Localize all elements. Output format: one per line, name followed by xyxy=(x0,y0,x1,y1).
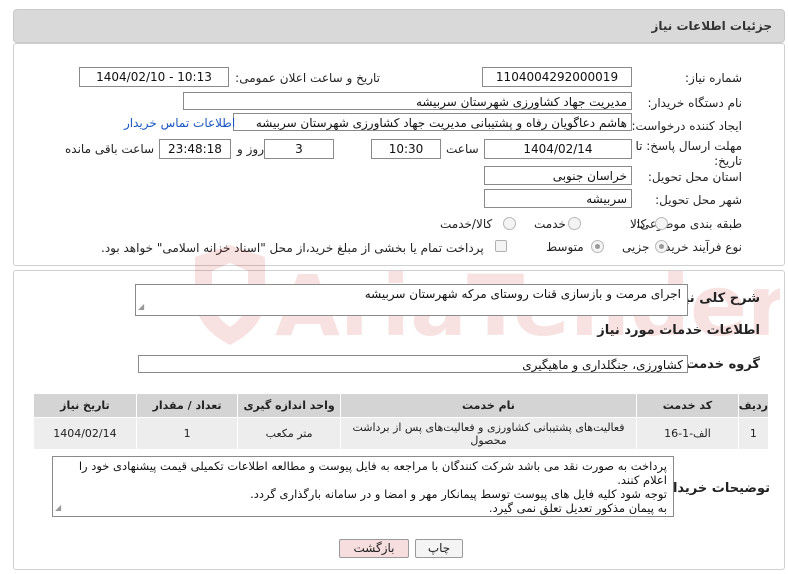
province-field: خراسان جنوبی xyxy=(484,166,632,185)
days-field: 3 xyxy=(264,139,334,159)
col-header-quantity: تعداد / مقدار xyxy=(135,393,239,418)
table-row: 1 الف-1-16 فعالیت‌های پشتیبانی کشاورزی و… xyxy=(33,417,770,450)
service-group-label: گروه خدمت: xyxy=(680,357,760,372)
col-header-service-code: کد خدمت xyxy=(636,393,739,418)
category-option-goods-service: کالا/خدمت xyxy=(440,217,493,231)
resize-grip-icon[interactable]: ◢ xyxy=(55,501,61,515)
days-label: روز و xyxy=(237,142,264,156)
category-radio-goods[interactable] xyxy=(655,217,668,230)
col-header-service-name: نام خدمت xyxy=(339,393,638,418)
services-table: ردیف کد خدمت نام خدمت واحد اندازه گیری ت… xyxy=(33,393,770,450)
buyer-note-line: به پیمان مذکور تعدیل تعلق نمی گیرد. xyxy=(488,501,667,515)
cell-row-number: 1 xyxy=(737,417,770,450)
cell-need-date: 1404/02/14 xyxy=(33,417,137,450)
category-radio-goods-service[interactable] xyxy=(503,217,516,230)
buyer-org-field: مدیریت جهاد کشاورزی شهرستان سربیشه xyxy=(183,92,632,110)
buyer-note-line: توجه شود کلیه فایل های پیوست توسط پیمانک… xyxy=(250,487,667,501)
cell-service-name: فعالیت‌های پشتیبانی کشاورزی و فعالیت‌های… xyxy=(339,417,638,450)
need-number-label: شماره نیاز: xyxy=(685,71,742,85)
print-button[interactable]: چاپ xyxy=(415,539,463,558)
cell-quantity: 1 xyxy=(135,417,239,450)
category-option-service: خدمت xyxy=(534,217,566,231)
category-option-goods: کالا xyxy=(630,217,647,231)
resize-grip-icon[interactable]: ◢ xyxy=(138,299,144,314)
city-label: شهر محل تحویل: xyxy=(655,193,742,207)
col-header-unit: واحد اندازه گیری xyxy=(237,393,341,418)
need-number-field: 1104004292000019 xyxy=(482,67,632,87)
city-field: سربیشه xyxy=(484,189,632,208)
col-header-row-number: ردیف xyxy=(737,393,770,418)
cell-service-code: الف-1-16 xyxy=(636,417,739,450)
buyer-contact-link[interactable]: اطلاعات تماس خریدار xyxy=(124,116,235,130)
announce-label: تاریخ و ساعت اعلان عمومی: xyxy=(235,71,380,85)
creator-label: ایجاد کننده درخواست: xyxy=(631,119,742,133)
deadline-label: مهلت ارسال پاسخ: تا تاریخ: xyxy=(635,139,742,168)
cell-unit: متر مکعب xyxy=(237,417,341,450)
creator-field: هاشم دعاگویان رفاه و پشتیبانی مدیریت جها… xyxy=(233,113,632,131)
announce-field: 1404/02/10 - 10:13 xyxy=(79,67,229,87)
summary-field: اجرای مرمت و بازسازی قنات روستای مرکه شه… xyxy=(135,284,688,316)
summary-text: اجرای مرمت و بازسازی قنات روستای مرکه شه… xyxy=(364,287,681,301)
table-header-row: ردیف کد خدمت نام خدمت واحد اندازه گیری ت… xyxy=(33,393,770,418)
category-radio-service[interactable] xyxy=(568,217,581,230)
service-group-field: کشاورزی، جنگلداری و ماهیگیری xyxy=(138,355,688,373)
buyer-notes-field: پرداخت به صورت نقد می باشد شرکت کنندگان … xyxy=(52,456,674,517)
remaining-label: ساعت باقی مانده xyxy=(65,142,155,156)
page-header: جزئیات اطلاعات نیاز xyxy=(13,9,785,43)
page-title: جزئیات اطلاعات نیاز xyxy=(651,19,772,33)
col-header-need-date: تاریخ نیاز xyxy=(33,393,137,418)
deadline-date-field: 1404/02/14 xyxy=(484,139,632,159)
services-heading: اطلاعات خدمات مورد نیاز xyxy=(597,323,760,338)
deadline-time-label: ساعت xyxy=(446,142,479,156)
deadline-time-field: 10:30 xyxy=(371,139,441,159)
remaining-time-field: 23:48:18 xyxy=(159,139,231,159)
category-label: طبقه بندی موضوعی: xyxy=(635,217,742,231)
buyer-notes-label: توضیحات خریدار: xyxy=(660,481,770,496)
buyer-note-line: پرداخت به صورت نقد می باشد شرکت کنندگان … xyxy=(78,459,667,487)
province-label: استان محل تحویل: xyxy=(647,170,742,184)
buyer-org-label: نام دستگاه خریدار: xyxy=(647,96,743,110)
back-button[interactable]: بازگشت xyxy=(339,539,409,558)
